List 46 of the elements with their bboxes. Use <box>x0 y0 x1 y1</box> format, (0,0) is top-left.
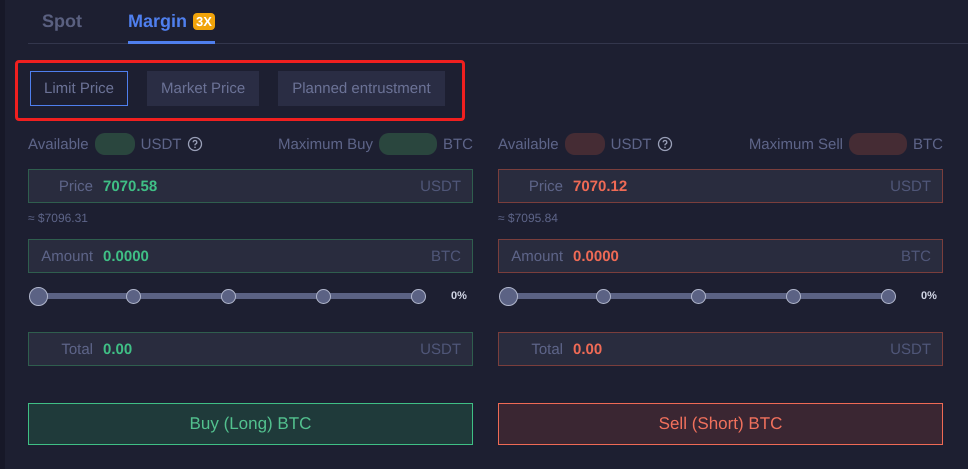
available-label: Available <box>498 136 559 152</box>
currency-unit: USDT <box>140 136 182 152</box>
amount-field[interactable]: Amount 0.0000 BTC <box>28 239 473 273</box>
tab-label: Margin <box>128 11 188 32</box>
tab[interactable]: Margin 3X <box>128 0 215 44</box>
currency-unit: BTC <box>913 136 943 152</box>
blurred-value <box>849 133 907 155</box>
leverage-badge: 3X <box>193 13 215 30</box>
slider-stop[interactable] <box>220 288 236 304</box>
total-field[interactable]: Total 0.00 USDT <box>28 332 473 366</box>
order-button[interactable]: Buy (Long) BTC <box>28 403 473 445</box>
slider[interactable] <box>28 286 428 306</box>
price-field[interactable]: Price 7070.58 USDT <box>28 169 473 203</box>
slider-stop[interactable] <box>596 288 610 304</box>
slider[interactable] <box>498 286 898 306</box>
total-field[interactable]: Total 0.00 USDT <box>498 332 943 366</box>
blurred-value <box>94 133 135 155</box>
help-icon[interactable] <box>657 136 674 152</box>
slider-stop[interactable] <box>316 288 330 304</box>
order-type-button[interactable]: Market Price <box>147 71 260 106</box>
price-field[interactable]: Price 7070.12 USDT <box>498 169 943 203</box>
slider-stop[interactable] <box>880 288 896 304</box>
percent-reading: 0% <box>921 290 937 302</box>
help-icon[interactable] <box>187 136 204 152</box>
tab-label: Spot <box>42 11 82 32</box>
slider-stop[interactable] <box>410 288 426 304</box>
slider-thumb[interactable] <box>498 286 518 306</box>
approx-price: ≈ $7095.84 <box>498 211 559 225</box>
order-type-button[interactable]: Limit Price <box>30 71 128 106</box>
available-label: Available <box>28 136 89 152</box>
maximum-label: Maximum Buy <box>278 136 373 152</box>
amount-field[interactable]: Amount 0.0000 BTC <box>498 239 943 273</box>
slider-thumb[interactable] <box>28 286 48 306</box>
currency-unit: USDT <box>610 136 652 152</box>
slider-stop[interactable] <box>126 288 140 304</box>
blurred-value <box>379 133 437 155</box>
blurred-value <box>564 133 605 155</box>
percent-reading: 0% <box>451 290 467 302</box>
maximum-label: Maximum Sell <box>748 136 843 152</box>
slider-stop[interactable] <box>690 288 706 304</box>
slider-stop[interactable] <box>786 288 800 304</box>
order-type-button[interactable]: Planned entrustment <box>278 71 445 106</box>
currency-unit: BTC <box>443 136 473 152</box>
tab[interactable]: Spot <box>42 0 82 44</box>
order-button[interactable]: Sell (Short) BTC <box>498 403 943 445</box>
approx-price: ≈ $7096.31 <box>28 211 89 225</box>
